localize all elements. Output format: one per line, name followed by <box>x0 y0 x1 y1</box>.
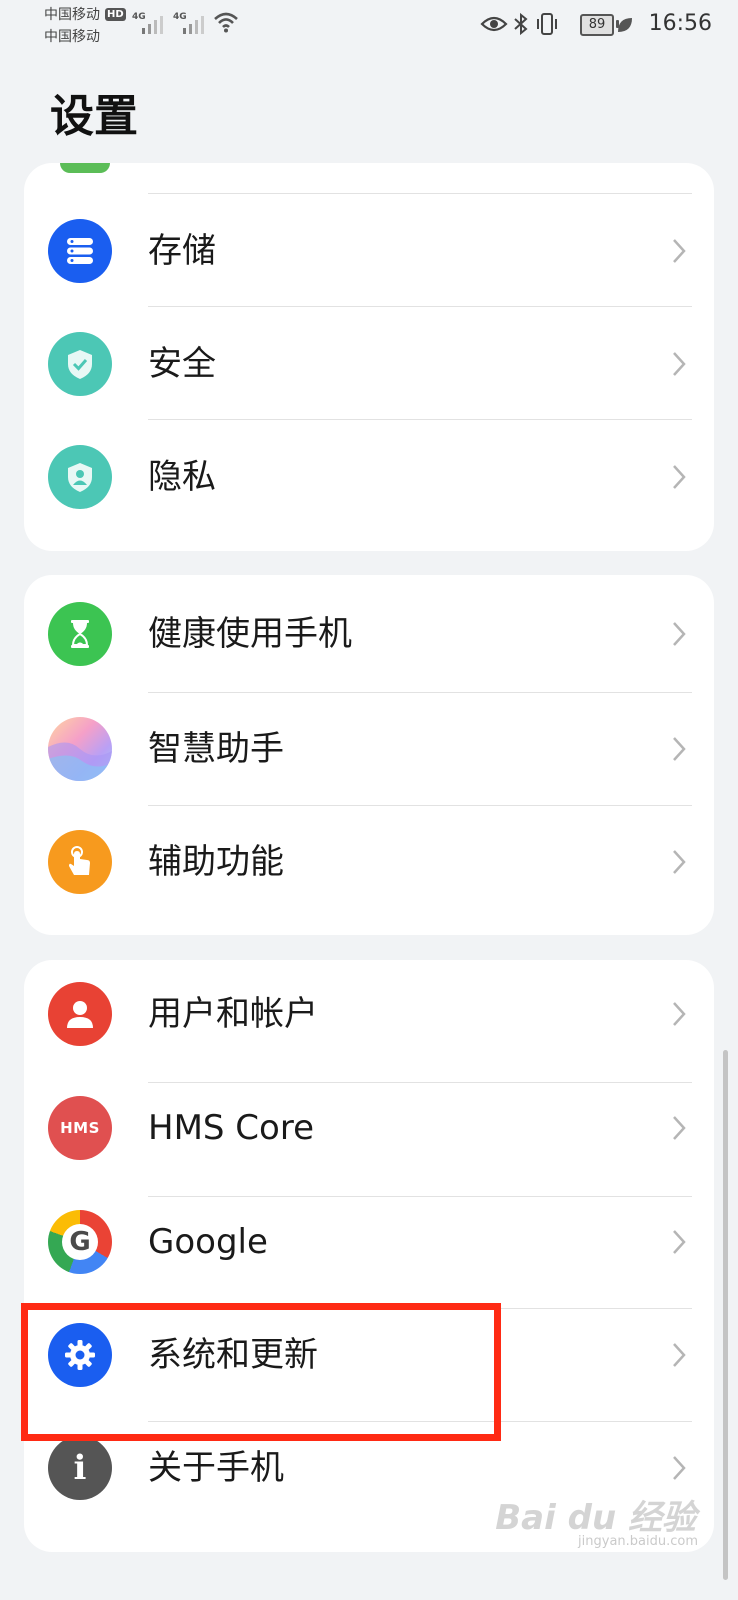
chevron-right-icon <box>673 622 686 646</box>
chevron-right-icon <box>673 239 686 263</box>
wifi-icon <box>214 12 238 33</box>
settings-group: 用户和帐户 HMS HMS Core G Google 系统和更新 i 关于手机 <box>24 960 714 1552</box>
settings-item-storage[interactable]: 存储 <box>24 194 714 308</box>
vibrate-icon <box>537 13 557 35</box>
user-icon <box>48 982 112 1046</box>
settings-item-label: 辅助功能 <box>148 842 284 882</box>
scrollbar[interactable] <box>723 1050 728 1580</box>
settings-group: 健康使用手机 智慧助手 辅助功能 <box>24 575 714 935</box>
hourglass-icon <box>48 602 112 666</box>
info-icon: i <box>48 1436 112 1500</box>
settings-item-accessibility[interactable]: 辅助功能 <box>24 805 714 919</box>
eye-icon <box>480 16 508 32</box>
bluetooth-icon <box>514 12 528 36</box>
storage-icon <box>48 219 112 283</box>
settings-item-label: 隐私 <box>148 457 216 497</box>
accessibility-hand-icon <box>48 830 112 894</box>
clock: 16:56 <box>648 11 712 36</box>
settings-item-label: HMS Core <box>148 1108 314 1148</box>
carrier-name: 中国移动 <box>44 7 100 23</box>
leaf-icon <box>618 18 632 32</box>
chevron-right-icon <box>673 465 686 489</box>
settings-item-privacy[interactable]: 隐私 <box>24 420 714 534</box>
settings-item-security[interactable]: 安全 <box>24 307 714 421</box>
settings-item-label: Google <box>148 1222 268 1262</box>
chevron-right-icon <box>673 737 686 761</box>
status-bar: 中国移动 HD 中国移动 4G 4G 89 16:56 <box>44 7 712 45</box>
security-shield-icon <box>48 332 112 396</box>
privacy-shield-icon <box>48 445 112 509</box>
settings-item-assistant[interactable]: 智慧助手 <box>24 692 714 806</box>
settings-item-label: 安全 <box>148 344 216 384</box>
settings-item-label: 用户和帐户 <box>148 994 318 1034</box>
chevron-right-icon <box>673 1456 686 1480</box>
google-icon: G <box>48 1210 112 1274</box>
chevron-right-icon <box>673 1116 686 1140</box>
settings-item-digital-balance[interactable]: 健康使用手机 <box>24 577 714 691</box>
highlight-annotation-box <box>21 1303 501 1441</box>
settings-item-google[interactable]: G Google <box>24 1185 714 1299</box>
chevron-right-icon <box>673 1230 686 1254</box>
settings-item-users-accounts[interactable]: 用户和帐户 <box>24 960 714 1071</box>
settings-item-label: 存储 <box>148 231 216 271</box>
settings-item-hms-core[interactable]: HMS HMS Core <box>24 1071 714 1185</box>
settings-item-label: 智慧助手 <box>148 729 284 769</box>
hms-icon: HMS <box>48 1096 112 1160</box>
chevron-right-icon <box>673 352 686 376</box>
watermark-logo: Bai du 经验 <box>495 1498 696 1538</box>
page-title: 设置 <box>50 91 138 142</box>
battery-icon: 89 <box>580 14 614 36</box>
chevron-right-icon <box>673 1002 686 1026</box>
settings-item-label: 健康使用手机 <box>148 614 352 654</box>
chevron-right-icon <box>673 1343 686 1367</box>
hd-badge: HD <box>105 8 126 21</box>
partial-item-icon <box>60 163 110 173</box>
carrier-name: 中国移动 <box>44 29 100 45</box>
assistant-icon <box>48 717 112 781</box>
chevron-right-icon <box>673 850 686 874</box>
watermark-url: jingyan.baidu.com <box>578 1534 698 1549</box>
settings-group: 存储 安全 隐私 <box>24 163 714 551</box>
